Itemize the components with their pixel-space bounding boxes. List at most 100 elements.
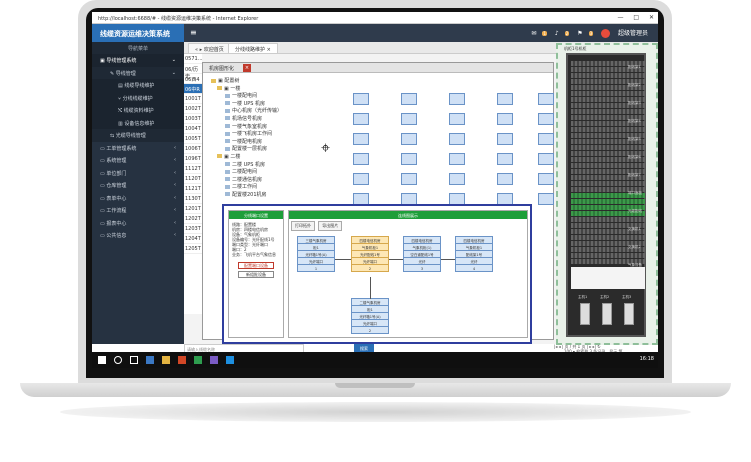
sidebar-item[interactable]: ▭ 表单中心 ‹ bbox=[92, 192, 184, 205]
list-item[interactable]: 0571... bbox=[184, 54, 203, 64]
room-box[interactable] bbox=[401, 93, 417, 105]
search-icon[interactable] bbox=[114, 356, 122, 364]
list-item[interactable]: 1002T bbox=[184, 104, 202, 114]
tree-node[interactable]: ▣ 二楼 bbox=[211, 153, 301, 161]
tree-node[interactable]: 一楼飞机房工作间 bbox=[211, 130, 301, 138]
list-item[interactable]: 1130T bbox=[184, 194, 202, 204]
sidebar-item[interactable]: ▥ 设备信息维护 bbox=[92, 116, 184, 129]
chrome-icon[interactable] bbox=[194, 356, 202, 364]
list-item[interactable]: 1205T bbox=[184, 244, 202, 254]
tree-node[interactable]: 二楼配电间 bbox=[211, 168, 301, 176]
list-item[interactable]: 1120T bbox=[184, 174, 202, 184]
connection-node[interactable]: 二楼气象机房 柜1 光纤箱1号(A) 光纤端口 2 bbox=[351, 298, 389, 334]
room-box[interactable] bbox=[538, 133, 554, 145]
room-box[interactable] bbox=[449, 113, 465, 125]
room-box[interactable] bbox=[449, 133, 465, 145]
rack-unit[interactable] bbox=[571, 181, 645, 186]
rack-device[interactable] bbox=[580, 303, 590, 325]
tree-node[interactable]: 一楼 UPS 机房 bbox=[211, 100, 301, 108]
room-box[interactable] bbox=[497, 173, 513, 185]
tree-node[interactable]: 配置楼201机房 bbox=[211, 191, 301, 199]
windows-start-icon[interactable] bbox=[98, 356, 106, 364]
tree-node[interactable]: 二楼通信机房 bbox=[211, 176, 301, 184]
tree-node[interactable]: 中心机房（光纤传输） bbox=[211, 107, 301, 115]
room-box[interactable] bbox=[538, 153, 554, 165]
room-box[interactable] bbox=[401, 153, 417, 165]
user-name[interactable]: 超级管理员 bbox=[618, 30, 648, 37]
maximize-button[interactable]: □ bbox=[633, 14, 639, 21]
list-item[interactable]: 1204T bbox=[184, 234, 202, 244]
tree-node[interactable]: 二楼 UPS 机房 bbox=[211, 161, 301, 169]
tree-node[interactable]: ▣ 配置树 bbox=[211, 77, 301, 85]
avatar[interactable] bbox=[601, 29, 611, 38]
minimize-button[interactable]: — bbox=[617, 14, 623, 21]
sidebar-item[interactable]: ▭ 仓库管理 ‹ bbox=[92, 179, 184, 192]
list-item[interactable]: 1005T bbox=[184, 134, 202, 144]
print-topology-tab[interactable]: 打印拓扑 bbox=[291, 221, 315, 231]
sidebar-item[interactable]: ▣ 导线管理系统 ⌄ bbox=[92, 54, 184, 67]
explorer-icon[interactable] bbox=[162, 356, 170, 364]
room-box[interactable] bbox=[538, 173, 554, 185]
room-box[interactable] bbox=[497, 153, 513, 165]
room-box[interactable] bbox=[497, 113, 513, 125]
rack-unit[interactable] bbox=[571, 217, 645, 222]
room-box[interactable] bbox=[353, 93, 369, 105]
list-item[interactable]: 1001T bbox=[184, 94, 202, 104]
sidebar-item[interactable]: ⇆ 光缆导线管理 bbox=[92, 129, 184, 142]
tree-node[interactable]: 一楼配电机房 bbox=[211, 138, 301, 146]
list-item[interactable]: 06西4 bbox=[184, 74, 202, 84]
connection-node[interactable]: 四楼电信机房 气象机柜(1) 空白道配线1号 光纤 3 bbox=[403, 236, 441, 272]
room-box[interactable] bbox=[449, 153, 465, 165]
sidebar-item[interactable]: ▭ 报表中心 ‹ bbox=[92, 217, 184, 230]
rack-unit[interactable] bbox=[571, 109, 645, 114]
tab-branch-line[interactable]: 分线线路维护 × bbox=[228, 43, 278, 54]
sidebar-item[interactable]: ⤭ 线缆资料维护 bbox=[92, 104, 184, 117]
sidebar-item[interactable]: ✎ 导线管理 ⌄ bbox=[92, 66, 184, 79]
rack-device[interactable] bbox=[602, 303, 612, 325]
tree-node[interactable]: 一楼气象室机房 bbox=[211, 123, 301, 131]
sidebar-item[interactable]: ▭ 单位部门 ‹ bbox=[92, 167, 184, 180]
sidebar-item[interactable]: ▭ 公共信息 ‹ bbox=[92, 229, 184, 242]
room-box[interactable] bbox=[353, 133, 369, 145]
tree-node[interactable]: 一楼配电间 bbox=[211, 92, 301, 100]
connection-node[interactable]: 三楼气象机房 柜1 光纤箱1号(A) 光纤端口 1 bbox=[297, 236, 335, 272]
flag-icon[interactable]: ⚑ 3 bbox=[577, 30, 594, 37]
sidebar-item[interactable]: ▤ 线缆导线维护 bbox=[92, 79, 184, 92]
room-box[interactable] bbox=[497, 133, 513, 145]
bell-icon[interactable]: ♪ 2 bbox=[555, 30, 570, 37]
sidebar-item[interactable]: ▭ 工作流程 ‹ bbox=[92, 204, 184, 217]
room-box[interactable] bbox=[538, 93, 554, 105]
list-item[interactable]: 1096T bbox=[184, 154, 202, 164]
tab-home[interactable]: « ▸ 欢迎首页 bbox=[188, 43, 231, 54]
tree-node[interactable]: 机场信号机房 bbox=[211, 115, 301, 123]
edge-icon[interactable] bbox=[226, 356, 234, 364]
rack-unit[interactable] bbox=[571, 127, 645, 132]
list-item[interactable]: 1121T bbox=[184, 184, 202, 194]
room-box[interactable] bbox=[401, 173, 417, 185]
vs-icon[interactable] bbox=[210, 356, 218, 364]
room-box[interactable] bbox=[353, 173, 369, 185]
sidebar-item[interactable]: ⑂ 分线线缆维护 bbox=[92, 91, 184, 104]
list-item[interactable]: 1003T bbox=[184, 114, 202, 124]
list-item[interactable]: 1202T bbox=[184, 214, 202, 224]
rack-unit[interactable] bbox=[571, 235, 645, 240]
rack-device[interactable] bbox=[624, 303, 634, 325]
rack-unit[interactable] bbox=[571, 253, 645, 258]
rack-unit[interactable] bbox=[571, 73, 645, 78]
room-box[interactable] bbox=[449, 93, 465, 105]
app-icon[interactable] bbox=[178, 356, 186, 364]
mail-icon[interactable]: ✉ 1 bbox=[531, 30, 547, 37]
room-box[interactable] bbox=[353, 113, 369, 125]
sidebar-item[interactable]: ▭ 工单管理系统 ‹ bbox=[92, 142, 184, 155]
close-button[interactable]: ✕ bbox=[649, 14, 654, 21]
window-close-button[interactable]: × bbox=[243, 64, 251, 72]
room-box[interactable] bbox=[538, 113, 554, 125]
list-item[interactable]: 06中R bbox=[184, 84, 202, 94]
rack-unit[interactable] bbox=[571, 199, 645, 204]
rack-unit[interactable] bbox=[571, 163, 645, 168]
list-item[interactable]: 06/历史 bbox=[184, 64, 202, 80]
tree-node[interactable]: ▣ 一楼 bbox=[211, 85, 301, 93]
room-box[interactable] bbox=[538, 193, 554, 205]
list-item[interactable]: 1004T bbox=[184, 124, 202, 134]
room-box[interactable] bbox=[401, 133, 417, 145]
